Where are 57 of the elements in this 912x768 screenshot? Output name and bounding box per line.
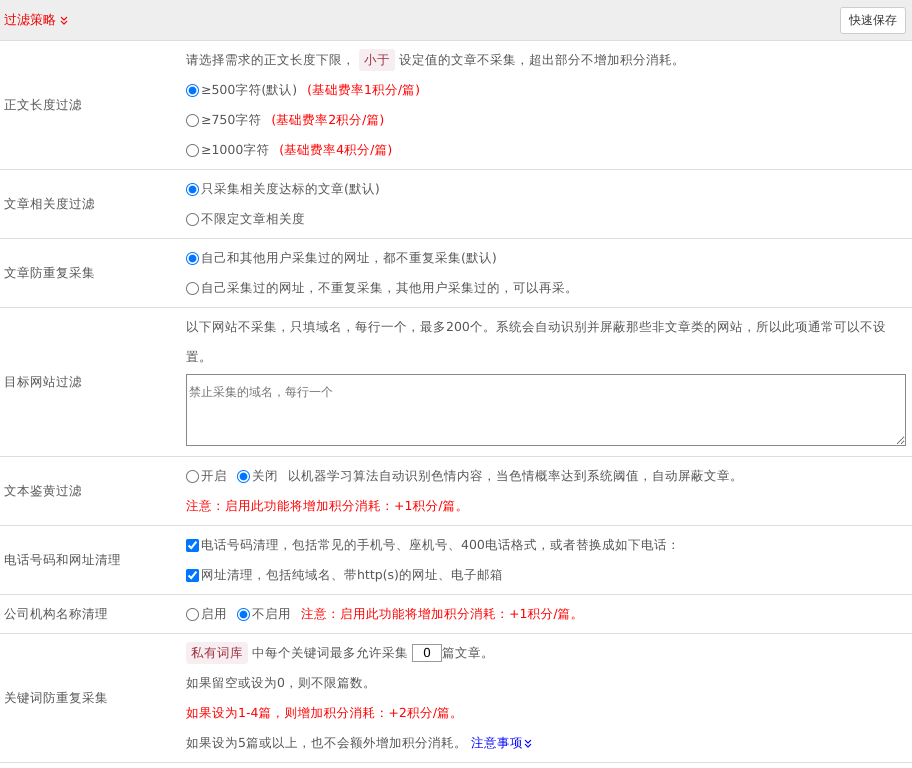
setting-label: 目标网站过滤	[3, 372, 83, 390]
setting-label: 公司机构名称清理	[3, 604, 109, 622]
count-input[interactable]: 0	[412, 644, 442, 662]
option-label[interactable]: ≥1000字符	[201, 135, 270, 165]
highlight-tag: 私有词库	[186, 642, 248, 664]
option-label[interactable]: 启用	[201, 599, 227, 629]
radio-button[interactable]	[186, 144, 199, 156]
option-label[interactable]: 不限定文章相关度	[201, 204, 305, 234]
description-text: 以下网站不采集，只填域名，每行一个，最多200个。系统会自动识别并屏蔽那些非文章类的网站，所以此项通常可以不设置。	[186, 318, 887, 366]
radio-button[interactable]	[186, 470, 199, 482]
option-label[interactable]: ≥750字符	[201, 105, 262, 135]
section-title[interactable]: 过滤策略	[4, 11, 68, 29]
warning-note: 如果设为1-4篇，则增加积分消耗：+2积分/篇。	[186, 704, 464, 722]
checkbox[interactable]	[186, 568, 199, 582]
option-label[interactable]: 开启	[201, 461, 227, 491]
radio-button[interactable]	[186, 212, 199, 226]
setting-label: 文章防重复采集	[3, 264, 96, 282]
setting-label: 关键词防重复采集	[3, 688, 109, 706]
radio-button[interactable]	[186, 114, 199, 126]
option-label[interactable]: 自己和其他用户采集过的网址，都不重复采集(默认)	[201, 243, 497, 273]
domain-textarea[interactable]: 禁止采集的域名，每行一个	[186, 374, 906, 446]
notes-link[interactable]: 注意事项	[470, 728, 532, 758]
setting-label: 文本鉴黄过滤	[3, 482, 83, 500]
description-text: 如果留空或设为0，则不限篇数。	[186, 674, 376, 692]
description-text: 篇文章。	[442, 644, 494, 662]
option-label[interactable]: 网址清理，包括纯域名、带http(s)的网址、电子邮箱	[201, 560, 503, 590]
radio-button[interactable]	[237, 608, 250, 620]
warning-note: 注意：启用此功能将增加积分消耗：+1积分/篇。	[186, 497, 469, 515]
highlight-tag: 小于	[359, 49, 395, 71]
warning-note: 注意：启用此功能将增加积分消耗：+1积分/篇。	[301, 605, 584, 623]
description-text: 设定值的文章不采集，超出部分不增加积分消耗。	[399, 51, 685, 69]
setting-label: 正文长度过滤	[3, 96, 83, 114]
checkbox[interactable]	[186, 538, 199, 552]
description-text: 如果设为5篇或以上，也不会额外增加积分消耗。	[186, 734, 467, 752]
option-label[interactable]: 不启用	[252, 599, 291, 629]
option-label[interactable]: 只采集相关度达标的文章(默认)	[201, 174, 380, 204]
option-label[interactable]: 电话号码清理，包括常见的手机号、座机号、400电话格式，或者替换成如下电话：	[201, 530, 680, 560]
option-label[interactable]: ≥500字符(默认)	[201, 75, 298, 105]
radio-button[interactable]	[186, 282, 199, 294]
option-label[interactable]: 自己采集过的网址，不重复采集，其他用户采集过的，可以再采。	[201, 273, 578, 303]
description-text: 中每个关键词最多允许采集	[252, 644, 408, 662]
radio-button[interactable]	[237, 470, 250, 482]
warning-note: (基础费率2积分/篇)	[271, 111, 384, 129]
quick-save-button[interactable]: 快速保存	[840, 6, 906, 34]
radio-button[interactable]	[186, 608, 199, 620]
description-text: 请选择需求的正文长度下限，	[186, 51, 355, 69]
setting-label: 电话号码和网址清理	[3, 550, 122, 568]
double-chevron-down-icon	[60, 16, 68, 24]
option-label[interactable]: 关闭	[252, 461, 278, 491]
double-chevron-down-icon	[524, 738, 532, 748]
warning-note: (基础费率4积分/篇)	[279, 141, 392, 159]
warning-note: (基础费率1积分/篇)	[307, 81, 420, 99]
radio-button[interactable]	[186, 252, 199, 264]
description-text: 以机器学习算法自动识别色情内容，当色情概率达到系统阈值，自动屏蔽文章。	[288, 467, 743, 485]
radio-button[interactable]	[186, 84, 199, 96]
setting-label: 文章相关度过滤	[3, 194, 96, 212]
radio-button[interactable]	[186, 182, 199, 196]
